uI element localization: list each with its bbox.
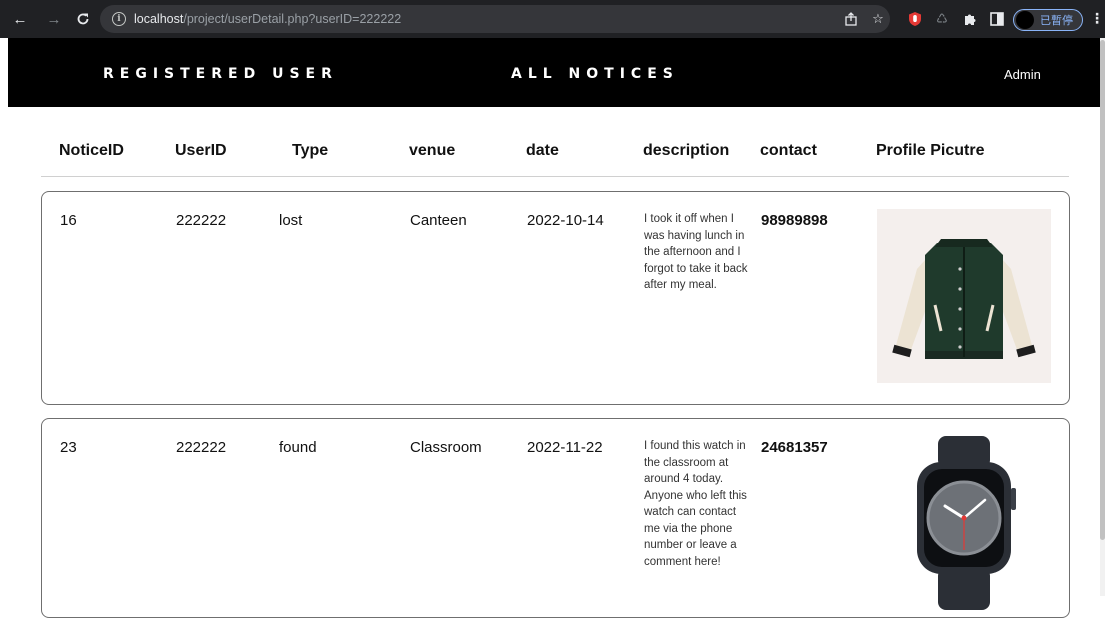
notice-contact: 98989898 (761, 212, 828, 229)
notice-venue: Classroom (410, 439, 482, 456)
column-header-userid: UserID (175, 142, 227, 159)
side-panel-icon[interactable] (989, 11, 1005, 27)
column-header-contact: contact (760, 142, 817, 159)
menu-kebab-icon[interactable]: ⋮ (1090, 10, 1104, 27)
nav-registered-user[interactable]: REGISTERED USER (103, 66, 338, 82)
notice-contact: 24681357 (761, 439, 828, 456)
puzzle-extensions-icon[interactable] (962, 11, 978, 27)
user-id: 222222 (176, 439, 227, 456)
profile-picture-jacket (877, 209, 1051, 383)
site-info-icon[interactable]: i (112, 12, 126, 26)
url-host: localhost (134, 12, 184, 26)
notice-date: 2022-10-14 (527, 212, 604, 229)
column-header-profile-picture: Profile Picutre (876, 142, 985, 159)
column-header-date: date (526, 142, 559, 159)
back-arrow-icon[interactable]: ← (10, 9, 30, 29)
address-bar[interactable]: i localhost/project/userDetail.php?userI… (100, 5, 890, 33)
notice-description: I found this watch in the classroom at a… (644, 440, 747, 568)
user-id: 222222 (176, 212, 227, 229)
table-header: NoticeID UserID Type venue date descript… (41, 130, 1069, 177)
url-path: /project/userDetail.php?userID=222222 (183, 12, 402, 26)
browser-toolbar: ← → i localhost/project/userDetail.php?u… (0, 0, 1105, 38)
notice-id: 23 (60, 439, 77, 456)
share-icon[interactable] (843, 11, 859, 27)
notice-date: 2022-11-22 (527, 439, 603, 456)
forward-arrow-icon[interactable]: → (44, 9, 64, 29)
notice-type: found (279, 439, 317, 456)
site-header: REGISTERED USER ALL NOTICES Admin (8, 38, 1100, 107)
notice-id: 16 (60, 212, 77, 229)
column-header-venue: venue (409, 142, 456, 159)
bookmark-star-icon[interactable]: ☆ (870, 11, 886, 27)
extension-shield-icon[interactable] (907, 11, 923, 27)
notice-venue: Canteen (410, 212, 467, 229)
reload-icon[interactable] (73, 9, 93, 29)
profile-picture-watch (877, 436, 1051, 610)
nav-all-notices[interactable]: ALL NOTICES (511, 66, 679, 82)
scrollbar-thumb[interactable] (1100, 40, 1105, 540)
column-header-noticeid: NoticeID (59, 142, 124, 159)
notice-type: lost (279, 212, 303, 229)
profile-status-label: 已暫停 (1040, 14, 1073, 27)
column-header-description: description (643, 142, 730, 159)
notice-card: 16 222222 lost Canteen 2022-10-14 I took… (41, 191, 1070, 405)
column-header-type: Type (292, 142, 329, 159)
recycle-icon[interactable]: ♺ (934, 11, 950, 27)
notice-card: 23 222222 found Classroom 2022-11-22 I f… (41, 418, 1070, 618)
avatar (1016, 11, 1034, 29)
admin-link[interactable]: Admin (1004, 67, 1041, 82)
profile-paused-button[interactable]: 已暫停 (1013, 9, 1083, 31)
notice-description: I took it off when I was having lunch in… (644, 213, 748, 291)
